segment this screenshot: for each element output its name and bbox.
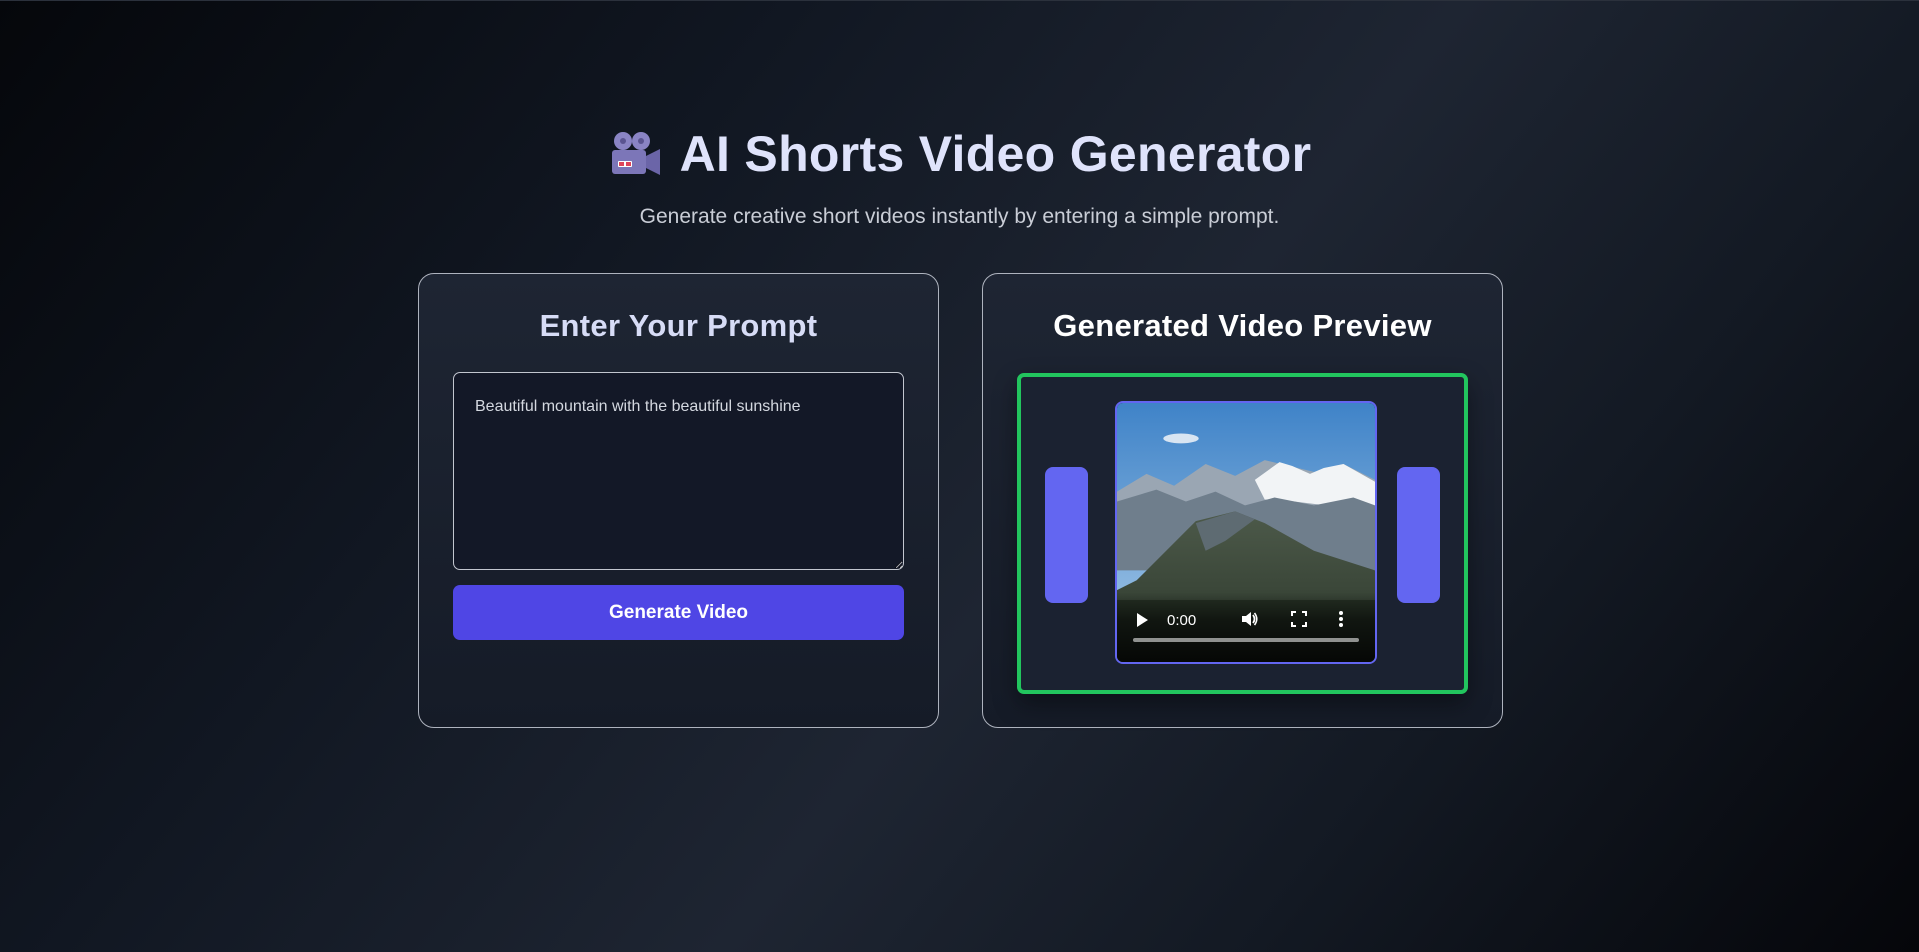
more-options-icon[interactable]: [1338, 610, 1344, 632]
movie-camera-icon: [608, 130, 662, 178]
title-row: AI Shorts Video Generator: [608, 125, 1312, 183]
page-title: AI Shorts Video Generator: [679, 126, 1312, 182]
volume-icon[interactable]: [1241, 610, 1259, 632]
page-subtitle: Generate creative short videos instantly…: [639, 205, 1280, 228]
video-controls: 0:00: [1117, 592, 1375, 662]
prompt-input[interactable]: Beautiful mountain with the beautiful su…: [453, 372, 904, 570]
fullscreen-icon[interactable]: [1291, 611, 1307, 631]
right-side-bar: [1397, 467, 1440, 603]
preview-panel-title: Generated Video Preview: [1053, 308, 1432, 343]
prompt-panel-title: Enter Your Prompt: [539, 308, 818, 343]
play-icon[interactable]: [1135, 612, 1149, 632]
page-header: AI Shorts Video Generator Generate creat…: [0, 125, 1919, 229]
video-progress-bar[interactable]: [1133, 638, 1359, 642]
video-time: 0:00: [1167, 612, 1197, 629]
video-player[interactable]: 0:00: [1115, 401, 1377, 664]
prompt-panel: Enter Your Prompt Beautiful mountain wit…: [418, 273, 939, 728]
generate-video-button[interactable]: Generate Video: [453, 585, 904, 640]
left-side-bar: [1045, 467, 1088, 603]
video-preview-frame: 0:00: [1017, 373, 1468, 694]
preview-panel: Generated Video Preview 0:00: [982, 273, 1503, 728]
